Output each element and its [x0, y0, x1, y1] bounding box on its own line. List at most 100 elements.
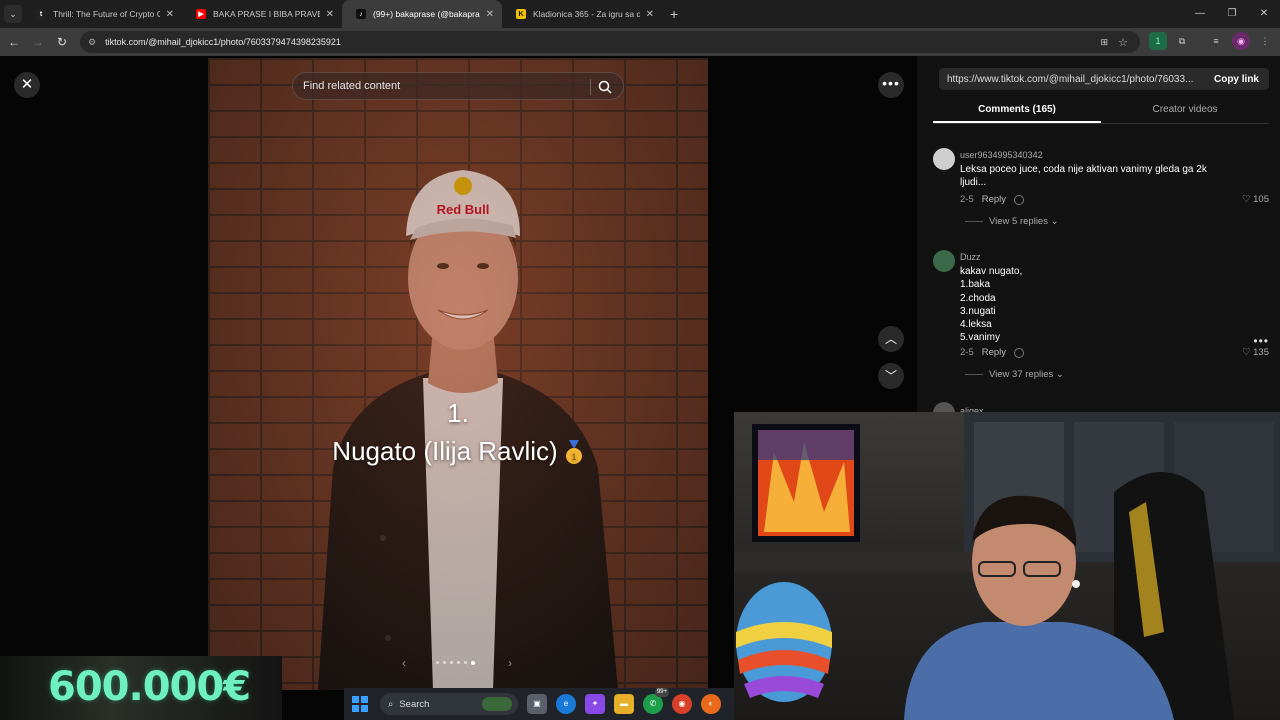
post-photo[interactable]: Red Bull	[208, 58, 708, 690]
youtube-favicon-icon: ▶	[196, 9, 206, 19]
extension-icon[interactable]: 1	[1149, 32, 1167, 50]
slide-dot[interactable]	[443, 661, 446, 664]
close-tab-icon[interactable]: ✕	[326, 9, 334, 20]
kladionica-favicon-icon: K	[516, 9, 526, 19]
view-replies-label: View 5 replies	[989, 216, 1048, 227]
reload-icon[interactable]: ↻	[50, 35, 74, 49]
comment-item: aligex	[933, 402, 1269, 412]
webcam-scene	[734, 412, 1280, 720]
like-count[interactable]: ♡ 105	[1242, 194, 1269, 205]
restore-icon[interactable]: ❐	[1216, 0, 1248, 28]
back-arrow-icon[interactable]: ←	[2, 35, 26, 49]
cap-logo-text: Red Bull	[437, 202, 490, 217]
browser-tab[interactable]: K Kladionica 365 - Za igru sa druga ✕	[502, 0, 662, 28]
install-app-icon[interactable]: ⊞	[1100, 37, 1108, 48]
new-tab-icon[interactable]: +	[670, 6, 678, 22]
close-viewer-button[interactable]: ✕	[14, 72, 40, 98]
prev-slide-icon[interactable]: ‹	[402, 656, 406, 670]
balance-amount: 600.000€	[48, 664, 251, 710]
browser-menu-icon[interactable]: ⋮	[1256, 32, 1274, 50]
reply-button[interactable]: Reply	[982, 347, 1006, 358]
address-bar[interactable]: ⚙ tiktok.com/@mihail_djokicc1/photo/7603…	[80, 31, 1140, 53]
tab-search-menu-icon[interactable]: ⌄	[4, 5, 22, 23]
share-link-url[interactable]: https://www.tiktok.com/@mihail_djokicc1/…	[939, 74, 1204, 85]
search-divider	[590, 79, 591, 95]
taskbar-search[interactable]: ⌕ Search	[380, 693, 518, 715]
chevron-down-icon: ⌄	[1055, 369, 1064, 380]
tab-title: (99+) bakaprase (@bakaprase) |	[373, 9, 480, 19]
task-view-icon[interactable]: ▣	[527, 694, 547, 714]
comment-item: Duzz kakav nugato, 1.baka 2.choda 3.nuga…	[933, 250, 1269, 380]
comment-options-icon[interactable]: •••	[1253, 334, 1269, 348]
slide-indicator	[436, 661, 475, 665]
view-replies-button[interactable]: View 37 replies ⌄	[965, 369, 1064, 380]
profile-avatar-icon[interactable]: ◉	[1232, 32, 1250, 50]
bookmark-star-icon[interactable]: ☆	[1118, 36, 1128, 49]
firefox-icon[interactable]: ◐	[701, 694, 721, 714]
tab-title: Thrill: The Future of Crypto Casi	[53, 9, 160, 19]
next-slide-icon[interactable]: ›	[508, 656, 512, 670]
comment-text: Leksa poceo juce, coda nije aktivan vani…	[960, 164, 1207, 189]
heart-icon: ♡	[1241, 347, 1251, 358]
comment-time: 2-5	[960, 347, 974, 358]
more-options-button[interactable]: •••	[878, 72, 904, 98]
slide-dot[interactable]	[471, 661, 475, 665]
share-link-row: https://www.tiktok.com/@mihail_djokicc1/…	[939, 68, 1269, 90]
like-count[interactable]: ♡ 135	[1242, 347, 1269, 358]
creator-liked-icon	[1014, 194, 1025, 205]
gold-medal-icon: 1	[565, 440, 582, 465]
panel-tabs: Comments (165) Creator videos	[933, 100, 1269, 124]
likes-value: 105	[1253, 194, 1269, 205]
close-tab-icon[interactable]: ✕	[646, 9, 654, 20]
next-post-button[interactable]: ﹀	[878, 363, 904, 389]
slide-dot[interactable]	[457, 661, 460, 664]
view-replies-button[interactable]: View 5 replies ⌄	[965, 216, 1059, 227]
close-tab-icon[interactable]: ✕	[166, 9, 174, 20]
slide-dot[interactable]	[450, 661, 453, 664]
chrome-icon[interactable]: ◉	[672, 694, 692, 714]
reply-button[interactable]: Reply	[982, 194, 1006, 205]
extensions-puzzle-icon[interactable]: ⧉	[1173, 32, 1191, 50]
close-tab-icon[interactable]: ✕	[486, 9, 494, 20]
screen: ⌄ t Thrill: The Future of Crypto Casi ✕ …	[0, 0, 1280, 720]
chevron-down-icon: ⌄	[1050, 216, 1059, 227]
url-text: tiktok.com/@mihail_djokicc1/photo/760337…	[105, 37, 341, 47]
previous-post-button[interactable]: ︿	[878, 326, 904, 352]
file-explorer-icon[interactable]: ▬	[614, 694, 634, 714]
browser-tab-active[interactable]: ♪ (99+) bakaprase (@bakaprase) | ✕	[342, 0, 502, 28]
tab-title: Kladionica 365 - Za igru sa druga	[533, 9, 640, 19]
site-info-icon[interactable]: ⚙	[88, 37, 96, 48]
slide-dot[interactable]	[464, 661, 467, 664]
related-search-placeholder: Find related content	[303, 80, 401, 92]
reading-list-icon[interactable]: ≡	[1207, 32, 1225, 50]
browser-tab[interactable]: ▶ BAKA PRASE I BIBA PRAVE PESM ✕	[182, 0, 342, 28]
avatar[interactable]	[933, 250, 955, 272]
copilot-icon[interactable]: ✦	[585, 694, 605, 714]
comment-meta: 2-5 Reply	[960, 194, 1025, 205]
avatar[interactable]	[933, 402, 955, 412]
tab-comments[interactable]: Comments (165)	[933, 100, 1101, 123]
copy-link-button[interactable]: Copy link	[1204, 74, 1269, 85]
search-icon[interactable]	[597, 79, 613, 95]
forward-arrow-icon[interactable]: →	[26, 35, 50, 49]
caption-name: Nugato (Ilija Ravlic)	[332, 436, 558, 466]
whatsapp-icon[interactable]: ✆ 99+	[643, 688, 669, 714]
search-highlight-icon	[482, 697, 512, 711]
related-search-input[interactable]: Find related content	[292, 72, 624, 100]
tab-title: BAKA PRASE I BIBA PRAVE PESM	[213, 9, 320, 19]
browser-tab[interactable]: t Thrill: The Future of Crypto Casi ✕	[22, 0, 182, 28]
comment-item: user9634995340342 Leksa poceo juce, coda…	[933, 148, 1269, 228]
comment-username[interactable]: Duzz	[960, 252, 981, 262]
comments-panel: https://www.tiktok.com/@mihail_djokicc1/…	[917, 56, 1280, 412]
slide-dot[interactable]	[436, 661, 439, 664]
avatar[interactable]	[933, 148, 955, 170]
caption-name-line: Nugato (Ilija Ravlic) 1	[208, 436, 708, 467]
view-replies-label: View 37 replies	[989, 369, 1054, 380]
window-close-icon[interactable]: ✕	[1248, 0, 1280, 28]
minimize-icon[interactable]: —	[1184, 0, 1216, 28]
edge-icon[interactable]: e	[556, 694, 576, 714]
tab-creator-videos[interactable]: Creator videos	[1101, 100, 1269, 123]
comment-username[interactable]: user9634995340342	[960, 150, 1043, 160]
windows-start-icon[interactable]	[352, 696, 368, 712]
comment-time: 2-5	[960, 194, 974, 205]
